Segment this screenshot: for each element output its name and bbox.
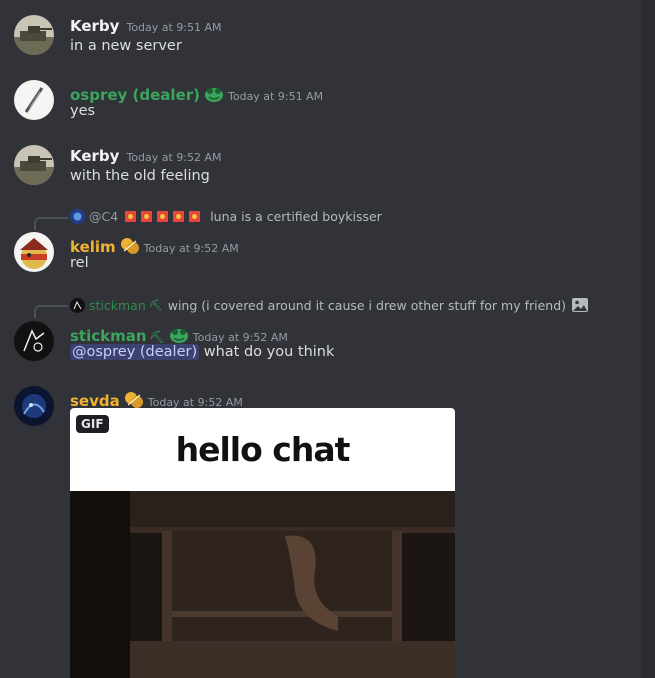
timestamp[interactable]: Today at 9:52 AM — [193, 331, 288, 344]
reply-line — [34, 217, 68, 230]
gif-embed[interactable]: hello chat GIF — [70, 408, 455, 678]
message-text: yes — [70, 103, 96, 119]
gold-badge-icon[interactable] — [124, 391, 144, 409]
avatar[interactable] — [14, 386, 54, 426]
username[interactable]: Kerby — [70, 147, 119, 165]
pickaxe-icon: ⛏ — [148, 298, 163, 312]
reply-author[interactable]: @C4 — [89, 209, 118, 224]
message-text: in a new server — [70, 38, 182, 54]
avatar[interactable] — [14, 321, 54, 361]
reply-line — [34, 305, 68, 318]
message-text: rel — [70, 255, 89, 271]
timestamp[interactable]: Today at 9:51 AM — [228, 90, 323, 103]
username[interactable]: Kerby — [70, 17, 119, 35]
message-text: with the old feeling — [70, 168, 210, 184]
message-text: @osprey (dealer) what do you think — [70, 344, 334, 360]
gif-caption-area: hello chat — [70, 408, 455, 491]
avatar[interactable] — [14, 15, 54, 55]
frog-badge-icon[interactable] — [169, 326, 189, 344]
username[interactable]: kelim — [70, 238, 116, 256]
reply-preview[interactable]: @C4 luna is a certified boykisser — [70, 209, 382, 224]
frog-badge-icon[interactable] — [204, 85, 224, 103]
pickaxe-icon: ⛏ — [149, 330, 165, 344]
gif-caption: hello chat — [175, 430, 351, 469]
username[interactable]: stickman — [70, 327, 147, 345]
avatar[interactable] — [14, 80, 54, 120]
explosion-emoji-icons — [124, 210, 204, 223]
avatar[interactable] — [14, 232, 54, 272]
username[interactable]: osprey (dealer) — [70, 86, 200, 104]
reply-author[interactable]: stickman — [89, 298, 146, 313]
scrollbar-track[interactable] — [641, 0, 655, 678]
reply-text[interactable]: wing (i covered around it cause i drew o… — [168, 298, 566, 313]
timestamp[interactable]: Today at 9:52 AM — [126, 151, 221, 164]
reply-text[interactable]: luna is a certified boykisser — [210, 209, 382, 224]
image-icon — [571, 297, 589, 313]
gif-badge: GIF — [76, 415, 109, 433]
reply-avatar — [70, 297, 85, 313]
timestamp[interactable]: Today at 9:52 AM — [144, 242, 239, 255]
user-mention[interactable]: @osprey (dealer) — [70, 344, 200, 360]
gif-scene — [70, 491, 455, 678]
gold-badge-icon[interactable] — [120, 237, 140, 255]
reply-preview[interactable]: stickman ⛏ wing (i covered around it cau… — [70, 297, 589, 313]
timestamp[interactable]: Today at 9:51 AM — [126, 21, 221, 34]
reply-avatar — [70, 209, 85, 224]
message-text-tail: what do you think — [199, 344, 335, 360]
avatar[interactable] — [14, 145, 54, 185]
